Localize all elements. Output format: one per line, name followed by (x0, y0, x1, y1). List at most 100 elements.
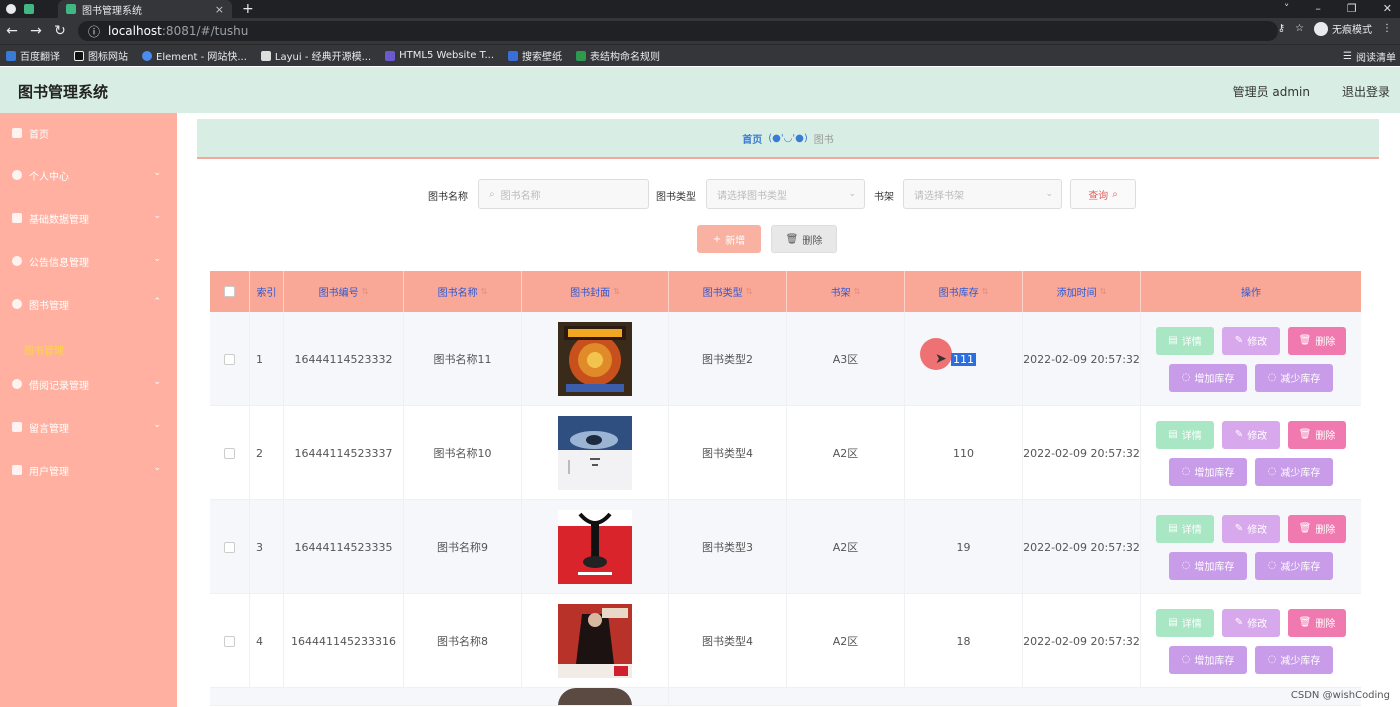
sort-icon: ⇅ (853, 287, 861, 296)
star-icon[interactable]: ☆ (1295, 23, 1304, 34)
edit-button[interactable]: ✎ 修改 (1222, 420, 1280, 449)
sidebar-item-home[interactable]: 首页 (0, 113, 177, 153)
cell-code: 16444114523335 (284, 500, 404, 594)
decrease-stock-button[interactable]: ◌ 减少库存 (1255, 551, 1333, 580)
delete-button[interactable]: 🗑 删除 (1288, 326, 1346, 355)
chevron-down-icon: ⌄ (153, 463, 161, 473)
bookmark-item[interactable]: 百度翻译 (6, 48, 60, 63)
reading-list[interactable]: ☰ 阅读清单 (1343, 49, 1396, 64)
book-cover-image[interactable] (558, 510, 632, 584)
window-controls: ˅ – ❐ ✕ (1284, 0, 1392, 18)
th-shelf[interactable]: 书架 ⇅ (787, 271, 905, 312)
detail-button[interactable]: ▤ 详情 (1156, 608, 1214, 637)
minimize-icon[interactable]: – (1315, 0, 1321, 18)
bookmark-item[interactable]: Layui - 经典开源模... (260, 48, 371, 63)
cell-name: 图书名称11 (404, 312, 522, 406)
th-type[interactable]: 图书类型 ⇅ (669, 271, 787, 312)
row-checkbox[interactable] (224, 635, 235, 647)
cell-index: 2 (250, 406, 284, 500)
forward-icon[interactable]: → (24, 23, 48, 39)
row-checkbox[interactable] (224, 541, 235, 553)
menu-dots-icon[interactable]: ⋮ (1382, 23, 1392, 34)
sort-icon: ⇅ (745, 287, 753, 296)
delete-button[interactable]: 🗑 删除 (1288, 514, 1346, 543)
back-icon[interactable]: ← (0, 23, 24, 39)
detail-button[interactable]: ▤ 详情 (1156, 420, 1214, 449)
bookmark-item[interactable]: 表结构命名规则 (576, 48, 660, 63)
incognito-indicator[interactable]: 无痕模式 (1314, 21, 1372, 36)
book-type-select[interactable]: 请选择图书类型 ⌄ (706, 179, 865, 209)
bulb-icon: ◌ (1181, 466, 1191, 477)
tab-search-icon[interactable]: ˅ (1284, 0, 1290, 18)
book-cover-image[interactable] (558, 322, 632, 396)
select-all-checkbox[interactable] (224, 286, 235, 297)
book-cover-image[interactable] (558, 416, 632, 490)
decrease-stock-button[interactable]: ◌ 减少库存 (1255, 457, 1333, 486)
active-tab[interactable]: 图书管理系统 × (58, 0, 232, 18)
document-icon: ▤ (1168, 429, 1178, 440)
edit-button[interactable]: ✎ 修改 (1222, 326, 1280, 355)
increase-stock-button[interactable]: ◌ 增加库存 (1169, 457, 1247, 486)
reload-icon[interactable]: ↻ (48, 23, 72, 39)
chevron-down-icon: ⌄ (1045, 189, 1053, 199)
row-checkbox[interactable] (224, 447, 235, 459)
book-cover-image[interactable] (558, 604, 632, 678)
cell-shelf: A2区 (787, 500, 905, 594)
th-name[interactable]: 图书名称 ⇅ (404, 271, 522, 312)
sort-icon: ⇅ (613, 287, 620, 296)
decrease-stock-button[interactable]: ◌ 减少库存 (1255, 645, 1333, 674)
cell-time: 2022-02-09 20:57:32 (1023, 312, 1141, 406)
sidebar-item-borrow[interactable]: 借阅记录管理 ⌄ (0, 364, 177, 404)
increase-stock-button[interactable]: ◌ 增加库存 (1169, 645, 1247, 674)
bookmark-favicon-icon (74, 50, 84, 61)
cell-stock: 110 (905, 406, 1023, 500)
batch-delete-button[interactable]: 🗑 删除 (771, 225, 837, 253)
sidebar-item-notice[interactable]: 公告信息管理 ⌄ (0, 241, 177, 281)
delete-button[interactable]: 🗑 删除 (1288, 420, 1346, 449)
sidebar-item-messages[interactable]: 留言管理 ⌄ (0, 407, 177, 447)
increase-stock-button[interactable]: ◌ 增加库存 (1169, 363, 1247, 392)
add-button[interactable]: + 新增 (697, 225, 761, 253)
new-tab-button[interactable]: + (242, 0, 254, 18)
book-cover-image[interactable] (558, 688, 632, 705)
sidebar-item-basic-data[interactable]: 基础数据管理 ⌄ (0, 198, 177, 238)
pinned-tabs[interactable] (0, 0, 56, 18)
query-button[interactable]: 查询 ⌕ (1070, 179, 1136, 209)
th-time[interactable]: 添加时间 ⇅ (1023, 271, 1141, 312)
decrease-stock-button[interactable]: ◌ 减少库存 (1255, 363, 1333, 392)
info-icon[interactable]: ⓘ (88, 23, 100, 40)
th-code[interactable]: 图书编号 ⇅ (284, 271, 404, 312)
th-cover[interactable]: 图书封面 ⇅ (522, 271, 669, 312)
delete-button[interactable]: 🗑 删除 (1288, 608, 1346, 637)
detail-button[interactable]: ▤ 详情 (1156, 326, 1214, 355)
shelf-select[interactable]: 请选择书架 ⌄ (903, 179, 1062, 209)
bookmark-item[interactable]: 搜索壁纸 (508, 48, 562, 63)
tab-close-icon[interactable]: × (215, 3, 224, 16)
row-checkbox[interactable] (224, 353, 235, 365)
bookmark-favicon-icon (576, 50, 587, 61)
sidebar-item-users[interactable]: 用户管理 ⌄ (0, 450, 177, 490)
list-icon (12, 213, 22, 223)
edit-button[interactable]: ✎ 修改 (1222, 514, 1280, 543)
sidebar: 首页 个人中心 ⌄ 基础数据管理 ⌄ 公告信息管理 ⌄ 图书管理 ⌃ 图书管理 借阅记录… (0, 113, 177, 707)
cell-type: 图书类型2 (669, 312, 787, 406)
increase-stock-button[interactable]: ◌ 增加库存 (1169, 551, 1247, 580)
pencil-icon: ✎ (1234, 335, 1244, 346)
bookmark-item[interactable]: Element - 网站快... (142, 48, 247, 63)
key-icon[interactable]: ⚷ (1278, 23, 1285, 34)
logout-link[interactable]: 退出登录 (1342, 83, 1390, 100)
sidebar-item-profile[interactable]: 个人中心 ⌄ (0, 155, 177, 195)
close-window-icon[interactable]: ✕ (1383, 0, 1392, 18)
bookmark-item[interactable]: HTML5 Website T... (385, 50, 494, 61)
url-input[interactable]: ⓘ localhost:8081/#/tushu (78, 21, 1278, 41)
edit-button[interactable]: ✎ 修改 (1222, 608, 1280, 637)
cell-time: 2022-02-09 20:57:32 (1023, 500, 1141, 594)
breadcrumb-home[interactable]: 首页 (742, 131, 762, 146)
bookmark-item[interactable]: 图标网站 (74, 48, 128, 63)
th-stock[interactable]: 图书库存 ⇅ (905, 271, 1023, 312)
sidebar-item-books[interactable]: 图书管理 ⌃ (0, 284, 177, 324)
book-name-input[interactable]: ⌕ 图书名称 (478, 179, 649, 209)
detail-button[interactable]: ▤ 详情 (1156, 514, 1214, 543)
maximize-icon[interactable]: ❐ (1347, 0, 1357, 18)
sidebar-subitem-book-manage[interactable]: 图书管理 (0, 333, 177, 365)
